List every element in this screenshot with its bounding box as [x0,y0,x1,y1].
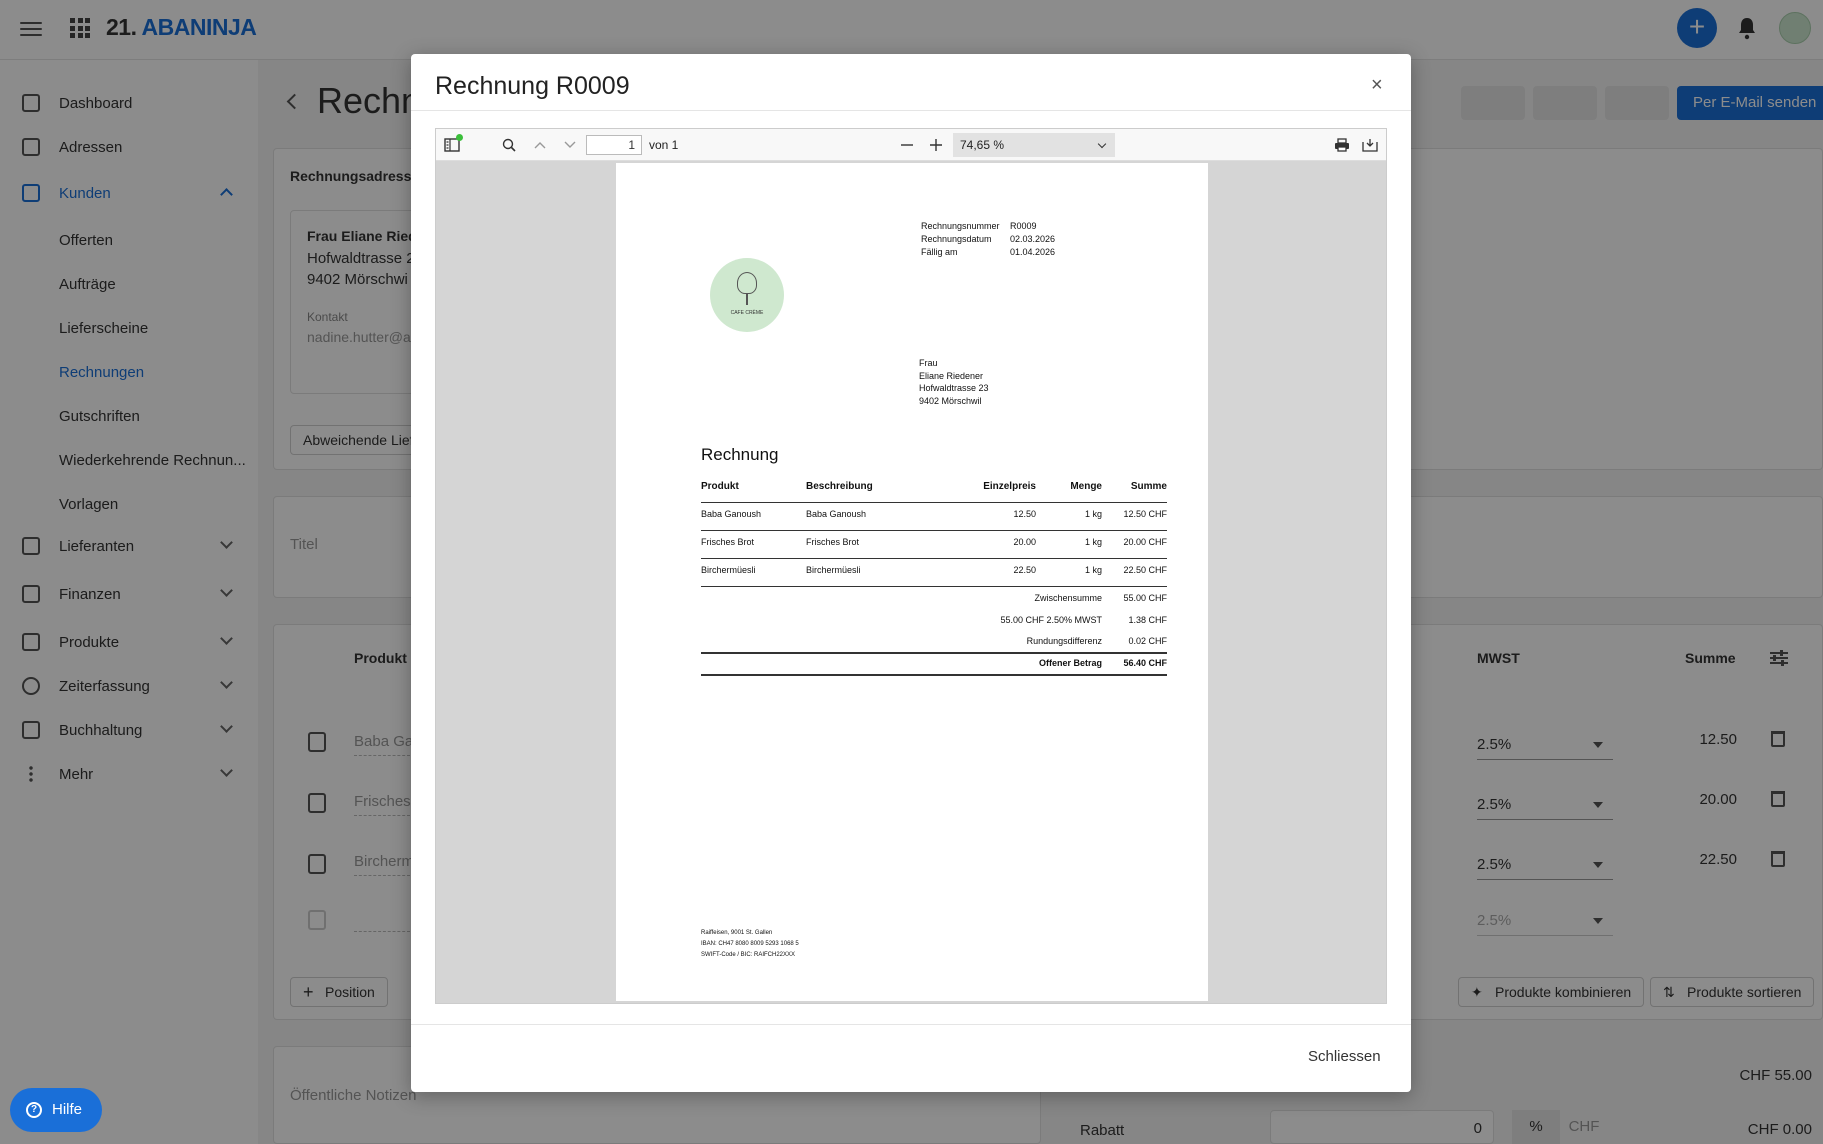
modal-title: Rechnung R0009 [435,72,630,100]
pdf-viewer: 1 von 1 74,65 % Rechnungsnummer R0009 Re… [435,128,1387,1004]
zoom-select[interactable]: 74,65 % [953,133,1115,157]
help-button[interactable]: ? Hilfe [10,1088,102,1132]
help-label: Hilfe [52,1101,83,1118]
pdf-item-price: 20.00 [1013,537,1036,547]
pdf-page: Rechnungsnummer R0009 Rechnungsdatum 02.… [616,163,1208,1001]
page-count: von 1 [649,138,679,152]
pdf-col-qty: Menge [1070,481,1102,492]
status-dot [456,134,463,141]
pdf-open-amount-value: 56.40 CHF [1123,658,1167,668]
modal-divider [411,1024,1411,1025]
dropdown-arrow-icon [1097,139,1107,149]
pdf-footer-line: SWIFT-Code / BIC: RAIFCH22XXX [701,952,796,958]
invoice-preview-modal: Rechnung R0009 × 1 von 1 74,65 % Rechnun… [411,54,1411,1092]
logo-text: CAFE CRÈME [730,310,764,316]
pdf-col-sum: Summe [1130,481,1167,492]
pdf-total-value: 1.38 CHF [1128,615,1167,625]
zoom-value: 74,65 % [960,138,1005,152]
recipient-line: Frau [919,358,938,368]
pdf-item-qty: 1 kg [1084,509,1102,519]
pdf-item-product: Frisches Brot [701,537,755,547]
pdf-item-sum: 22.50 CHF [1123,565,1167,575]
tree-icon [737,272,757,294]
search-icon[interactable] [502,138,516,152]
pdf-rule [701,586,1167,587]
pdf-item-product: Baba Ganoush [701,509,762,519]
pdf-col-product: Produkt [701,481,739,492]
pdf-item-sum: 12.50 CHF [1123,509,1167,519]
pdf-rule [701,502,1167,503]
meta-value: 01.04.2026 [1010,247,1056,257]
pdf-total-value: 55.00 CHF [1123,593,1167,603]
modal-divider [411,110,1411,111]
pdf-item-qty: 1 kg [1084,565,1102,575]
zoom-in-icon[interactable] [929,138,943,152]
pdf-total-value: 0.02 CHF [1128,636,1167,646]
meta-value: R0009 [1010,221,1037,231]
pdf-item-description: Baba Ganoush [806,509,867,519]
pdf-rule [701,530,1167,531]
close-button[interactable]: Schliessen [1308,1048,1381,1065]
meta-label: Fällig am [921,247,958,257]
close-icon[interactable]: × [1371,74,1383,97]
download-icon[interactable] [1362,138,1378,152]
pdf-item-price: 22.50 [1013,565,1036,575]
recipient-line: Eliane Riedener [919,371,984,381]
chevron-up-icon[interactable] [533,138,547,152]
recipient-line: Hofwaldtrasse 23 [919,383,989,393]
print-icon[interactable] [1334,138,1350,152]
pdf-total-label: Rundungsdifferenz [1026,636,1102,646]
pdf-open-amount-label: Offener Betrag [1038,658,1102,668]
pdf-heading: Rechnung [701,445,779,464]
pdf-col-unit-price: Einzelpreis [983,481,1036,492]
pdf-item-sum: 20.00 CHF [1123,537,1167,547]
pdf-item-qty: 1 kg [1084,537,1102,547]
pdf-item-price: 12.50 [1013,509,1036,519]
pdf-footer-line: IBAN: CH47 8080 8009 5293 1068 5 [701,941,799,947]
pdf-rule [701,652,1167,654]
pdf-item-description: Frisches Brot [806,537,860,547]
pdf-toolbar: 1 von 1 74,65 % [436,129,1386,161]
company-logo: CAFE CRÈME [710,258,784,332]
meta-value: 02.03.2026 [1010,234,1056,244]
meta-label: Rechnungsdatum [921,234,992,244]
question-icon: ? [26,1102,42,1118]
meta-label: Rechnungsnummer [921,221,1000,231]
pdf-total-label: 55.00 CHF 2.50% MWST [1000,615,1102,625]
pdf-total-label: Zwischensumme [1034,593,1102,603]
pdf-item-description: Birchermüesli [806,565,861,575]
chevron-down-icon[interactable] [563,138,577,152]
pdf-item-product: Birchermüesli [701,565,756,575]
tree-trunk [746,293,748,305]
pdf-rule [701,674,1167,676]
recipient-line: 9402 Mörschwil [919,396,982,406]
pdf-footer-line: Raiffeisen, 9001 St. Gallen [701,930,773,936]
page-number-input[interactable]: 1 [586,135,642,155]
zoom-out-icon[interactable] [900,138,914,152]
pdf-col-description: Beschreibung [806,481,873,492]
pdf-rule [701,558,1167,559]
